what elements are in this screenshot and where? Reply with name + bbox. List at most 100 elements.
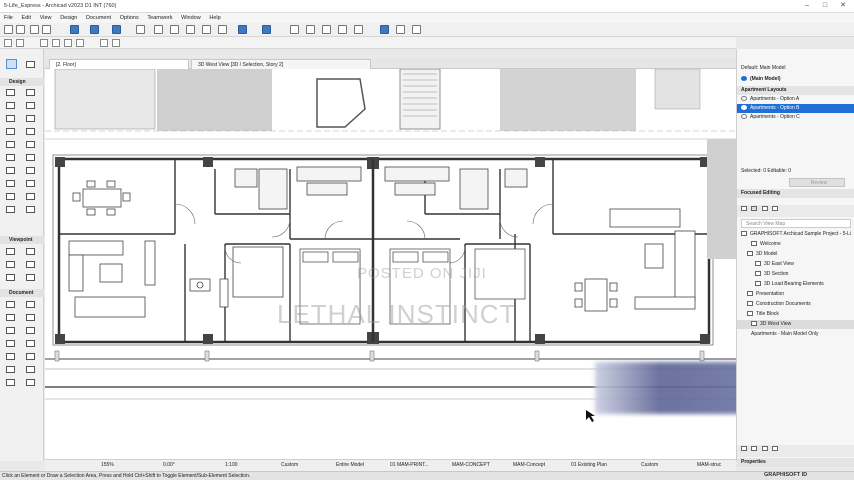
structure-display[interactable]: Entire Model	[336, 462, 364, 468]
lamp-tool-icon[interactable]	[26, 167, 35, 174]
slab-tool-icon[interactable]	[26, 102, 35, 109]
layout-book-icon[interactable]	[761, 206, 768, 212]
menu-options[interactable]: Options	[116, 13, 142, 21]
markup-tool-icon[interactable]	[26, 379, 35, 386]
minimize-icon[interactable]: –	[800, 1, 814, 11]
view-map-item-3d-section[interactable]: 3D Section	[737, 270, 854, 279]
shell-tool-icon[interactable]	[26, 128, 35, 135]
focused-editing-header[interactable]: Focused Editing	[737, 189, 854, 198]
curtain-wall-tool-icon[interactable]	[6, 141, 15, 148]
dimension-tool-icon[interactable]	[6, 301, 15, 308]
spline-tool-icon[interactable]	[6, 366, 15, 373]
3d-view-icon[interactable]	[262, 25, 271, 34]
more-tool-icon[interactable]	[6, 206, 15, 213]
tab-floor-plan[interactable]: [2. Floor]	[49, 59, 189, 69]
label-tool-icon[interactable]	[26, 314, 35, 321]
layer-combination[interactable]: Custom	[281, 462, 298, 468]
review-button[interactable]: Review	[789, 178, 845, 187]
view-map-item-3d-east-view[interactable]: 3D East View	[737, 260, 854, 269]
drawing-tool-icon[interactable]	[6, 353, 15, 360]
zone-tool-icon[interactable]	[6, 180, 15, 187]
view-map-item-3d-west-view[interactable]: 3D West View	[737, 320, 854, 329]
align-icon[interactable]	[4, 39, 12, 47]
floor-plan-icon[interactable]	[238, 25, 247, 34]
delete-icon[interactable]	[772, 446, 779, 452]
publisher-icon[interactable]	[772, 206, 779, 212]
view-map-root[interactable]: GRAPHISOFT Archicad Sample Project - 5-L…	[737, 230, 854, 239]
fill-icon[interactable]	[202, 25, 211, 34]
gravity-icon[interactable]	[112, 25, 121, 34]
publish-icon[interactable]	[412, 25, 421, 34]
arrow-tool-icon[interactable]	[6, 59, 17, 69]
arc-tool-icon[interactable]	[6, 340, 15, 347]
menu-view[interactable]: View	[36, 13, 55, 21]
window-tool-icon[interactable]	[6, 154, 15, 161]
teamwork-icon[interactable]	[396, 25, 405, 34]
tab-3d-west-view[interactable]: 3D West View [3D / Selection, Story 2]	[191, 59, 371, 69]
level-dimension-tool-icon[interactable]	[26, 301, 35, 308]
close-icon[interactable]: ✕	[836, 1, 850, 11]
orbit-icon[interactable]	[306, 25, 315, 34]
view-map-folder-3d-model[interactable]: 3D Model	[737, 250, 854, 259]
beam-tool-icon[interactable]	[6, 102, 15, 109]
menu-teamwork[interactable]: Teamwork	[143, 13, 175, 21]
view-map-icon[interactable]	[751, 206, 758, 212]
option-a-row[interactable]: Apartments - Option A	[737, 95, 854, 104]
view-map-search[interactable]: Search View Map	[741, 219, 851, 228]
section-tool-icon[interactable]	[6, 248, 15, 255]
menu-edit[interactable]: Edit	[18, 13, 34, 21]
graphisoft-id-logo[interactable]: GRAPHISOFT ID	[764, 472, 807, 478]
lock-icon[interactable]	[64, 39, 72, 47]
dimension-standard[interactable]: Custom	[641, 462, 658, 468]
view-map-item-main-model-only[interactable]: Apartments - Main Model Only	[737, 330, 854, 339]
render-icon[interactable]	[380, 25, 389, 34]
grid-tool-icon[interactable]	[26, 206, 35, 213]
menu-document[interactable]: Document	[82, 13, 114, 21]
floor-plan-canvas[interactable]: POSTED ON JIJI LETHAL INSTINCT	[45, 69, 736, 459]
magic-wand-icon[interactable]	[186, 25, 195, 34]
morph-tool-icon[interactable]	[6, 193, 15, 200]
interior-elevation-tool-icon[interactable]	[6, 261, 15, 268]
bring-forward-icon[interactable]	[100, 39, 108, 47]
object-tool-icon[interactable]	[6, 167, 15, 174]
detail-icon[interactable]	[354, 25, 363, 34]
undo-icon[interactable]	[30, 25, 39, 34]
opening-tool-icon[interactable]	[26, 193, 35, 200]
menu-window[interactable]: Window	[177, 13, 204, 21]
send-backward-icon[interactable]	[112, 39, 120, 47]
model-view-options[interactable]: MAM-CONCEPT	[452, 462, 490, 468]
view-map-item-3d-load-bearing[interactable]: 3D Load Bearing Elements	[737, 280, 854, 289]
view-map-folder-construction[interactable]: Construction Documents	[737, 300, 854, 309]
ungroup-icon[interactable]	[52, 39, 60, 47]
option-b-row[interactable]: Apartments - Option B	[737, 104, 854, 113]
distribute-icon[interactable]	[16, 39, 24, 47]
pen-set-selector[interactable]: 01 MAM-PRINT...	[390, 462, 429, 468]
scale-selector[interactable]: 1:100	[225, 462, 238, 468]
maximize-icon[interactable]: □	[818, 1, 832, 11]
toolbox-section-viewpoint[interactable]: Viewpoint	[0, 236, 44, 244]
elevation-icon[interactable]	[338, 25, 347, 34]
mesh-tool-icon[interactable]	[26, 180, 35, 187]
railing-tool-icon[interactable]	[26, 115, 35, 122]
menu-help[interactable]: Help	[205, 13, 223, 21]
view-map-item-welcome[interactable]: Welcome	[737, 240, 854, 249]
wall-tool-icon[interactable]	[6, 89, 15, 96]
layers-icon[interactable]	[218, 25, 227, 34]
view-map-folder-presentation[interactable]: Presentation	[737, 290, 854, 299]
marquee-icon[interactable]	[90, 25, 99, 34]
hotspot-tool-icon[interactable]	[26, 366, 35, 373]
apartment-layouts-group[interactable]: Apartment Layouts	[737, 86, 854, 95]
section-icon[interactable]	[322, 25, 331, 34]
door-tool-icon[interactable]	[26, 141, 35, 148]
project-map-icon[interactable]	[741, 206, 747, 212]
stair-tool-icon[interactable]	[6, 115, 15, 122]
detail-tool-icon[interactable]	[6, 274, 15, 281]
marquee-tool-icon[interactable]	[26, 61, 35, 68]
grid-snap-icon[interactable]	[136, 25, 145, 34]
text-tool-icon[interactable]	[6, 314, 15, 321]
column-tool-icon[interactable]	[26, 89, 35, 96]
select-arrow-icon[interactable]	[70, 25, 79, 34]
view-map-folder-title-block[interactable]: Title Block	[737, 310, 854, 319]
menu-file[interactable]: File	[0, 13, 16, 21]
redo-icon[interactable]	[42, 25, 51, 34]
